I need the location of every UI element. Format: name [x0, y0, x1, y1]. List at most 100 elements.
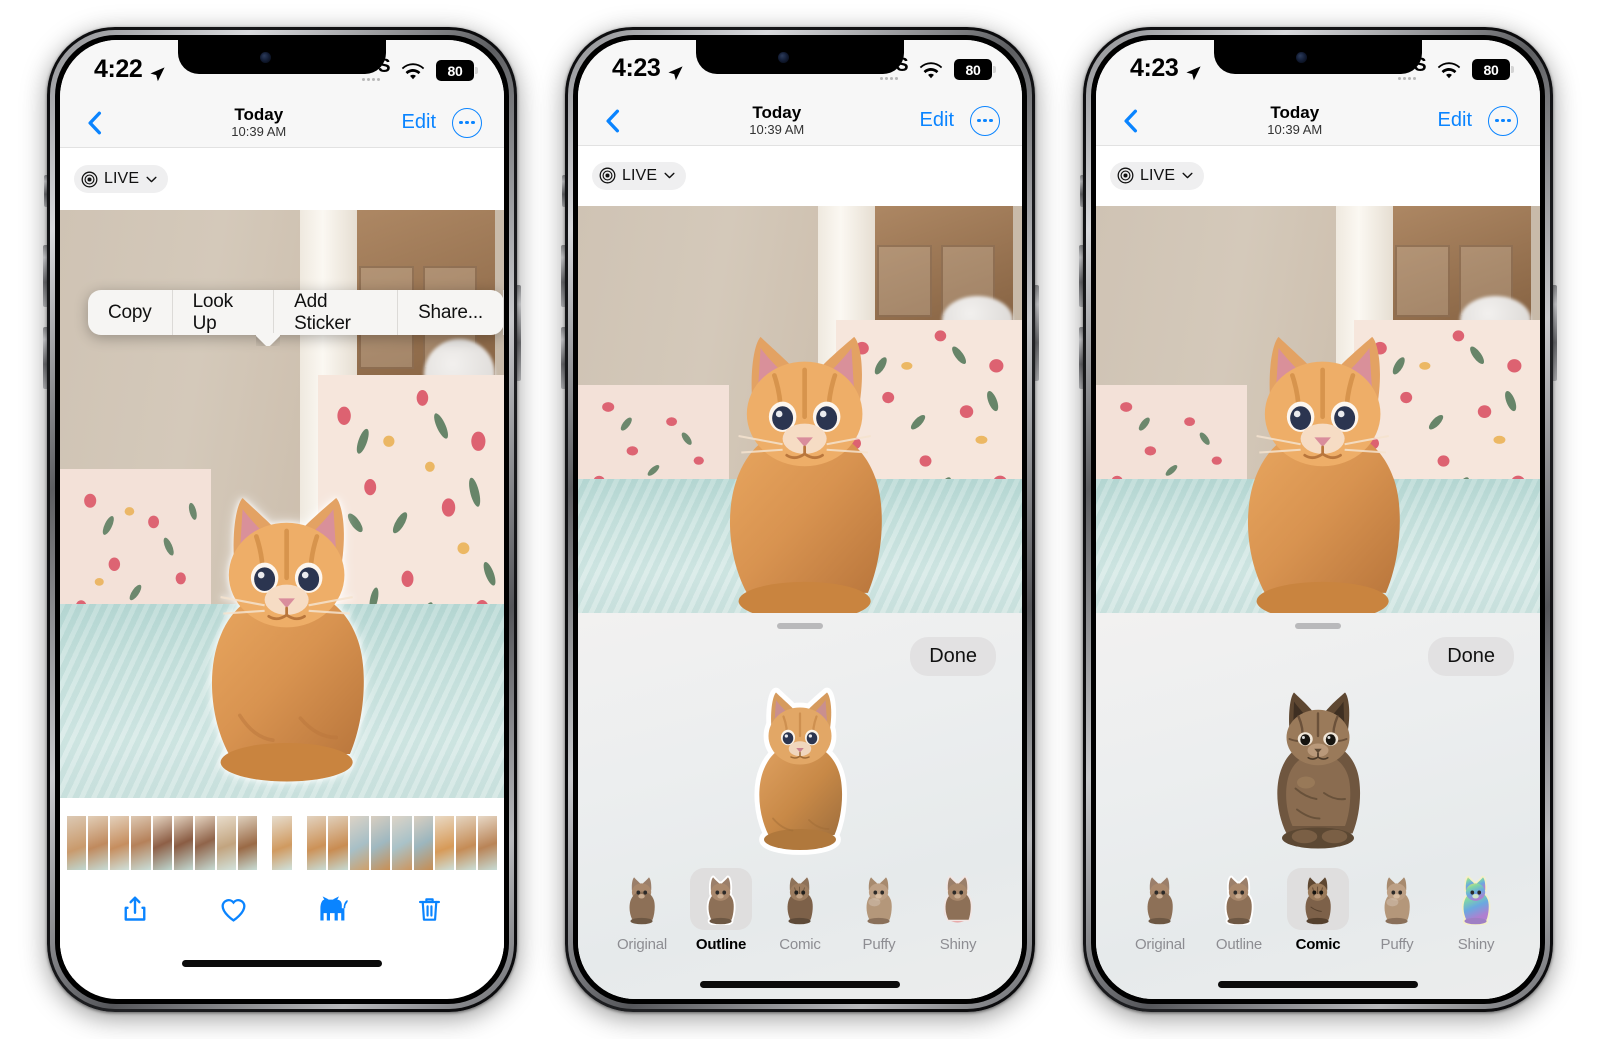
wifi-icon: [401, 63, 425, 81]
kitten-subject: [149, 357, 424, 798]
status-time-group: 4:23: [1130, 54, 1202, 83]
location-arrow-icon: [667, 60, 684, 81]
list-item[interactable]: [327, 816, 349, 870]
live-badge-row: LIVE: [578, 145, 1022, 207]
share-icon[interactable]: [118, 892, 152, 926]
back-button[interactable]: [82, 110, 116, 136]
style-option-outline[interactable]: Outline: [1203, 868, 1275, 953]
style-thumb-shiny: [1445, 868, 1507, 930]
phone-1-screen: 4:22 SOS: [60, 40, 504, 999]
kitten-subject: [667, 279, 942, 613]
kitten-subject: [1185, 279, 1460, 613]
style-option-shiny[interactable]: Shiny: [1440, 868, 1512, 953]
more-options-button[interactable]: [452, 107, 482, 138]
list-item[interactable]: [151, 816, 173, 870]
list-item[interactable]: [172, 816, 195, 870]
back-button[interactable]: [600, 108, 634, 134]
notch: [1214, 40, 1422, 74]
live-badge-label: LIVE: [622, 166, 658, 184]
list-item[interactable]: [391, 816, 413, 870]
page-subtitle: 10:39 AM: [1267, 122, 1323, 138]
page-title: Today: [234, 105, 284, 125]
style-thumb-comic: [769, 868, 831, 930]
style-thumb-puffy: [1366, 868, 1428, 930]
style-option-comic[interactable]: Comic: [764, 868, 836, 953]
list-item[interactable]: [108, 816, 131, 870]
list-item[interactable]: [412, 816, 434, 870]
style-option-outline[interactable]: Outline: [685, 868, 757, 953]
live-photo-badge[interactable]: LIVE: [592, 161, 687, 190]
done-button[interactable]: Done: [1428, 637, 1514, 676]
style-label-comic: Comic: [779, 936, 821, 953]
list-item[interactable]: [87, 816, 109, 870]
signal-dots-icon: [1397, 77, 1416, 81]
signal-dots-icon: [879, 77, 898, 81]
sticker-preview[interactable]: [578, 676, 1022, 868]
context-menu-item-copy[interactable]: Copy: [88, 290, 173, 335]
style-option-comic[interactable]: Comic: [1282, 868, 1354, 953]
style-label-original: Original: [1134, 936, 1186, 953]
list-item[interactable]: [305, 816, 328, 870]
list-item[interactable]: [66, 816, 88, 870]
edit-button[interactable]: Edit: [1438, 109, 1472, 132]
heart-icon[interactable]: [216, 892, 250, 926]
list-item[interactable]: [348, 816, 370, 870]
list-item[interactable]: [455, 816, 477, 870]
phone-3: 4:23 SOS: [1079, 27, 1557, 1012]
photo-viewer[interactable]: [578, 206, 1022, 613]
style-thumb-outline: [690, 868, 752, 930]
context-menu[interactable]: Copy Look Up Add Sticker Share...: [88, 290, 504, 335]
trash-icon[interactable]: [412, 892, 446, 926]
context-menu-item-share[interactable]: Share...: [398, 290, 504, 335]
style-label-puffy: Puffy: [862, 936, 896, 953]
more-options-button[interactable]: [1488, 105, 1518, 136]
photo-viewer[interactable]: Copy Look Up Add Sticker Share...: [60, 210, 504, 798]
done-button[interactable]: Done: [910, 637, 996, 676]
cat-icon[interactable]: [314, 892, 348, 926]
edit-button[interactable]: Edit: [920, 109, 954, 132]
photo-filmstrip[interactable]: [60, 816, 504, 870]
back-button[interactable]: [1118, 108, 1152, 134]
notch: [696, 40, 904, 74]
style-option-original[interactable]: Original: [606, 868, 678, 953]
sticker-comic-style: [1277, 692, 1361, 849]
list-item[interactable]: [237, 816, 259, 870]
front-camera-icon: [777, 51, 789, 63]
context-menu-item-add-sticker[interactable]: Add Sticker: [274, 290, 399, 335]
list-item[interactable]: [194, 816, 216, 870]
live-photo-badge[interactable]: LIVE: [1110, 161, 1205, 190]
home-indicator[interactable]: [182, 959, 382, 967]
style-option-puffy[interactable]: Puffy: [1361, 868, 1433, 953]
chevron-down-icon: [1181, 169, 1194, 182]
home-indicator[interactable]: [700, 980, 900, 988]
chevron-left-icon: [606, 109, 620, 133]
more-options-button[interactable]: [970, 105, 1000, 136]
list-item[interactable]: [215, 816, 237, 870]
live-photo-badge[interactable]: LIVE: [74, 165, 169, 193]
style-option-puffy[interactable]: Puffy: [843, 868, 915, 953]
list-item[interactable]: [434, 816, 456, 870]
nav-actions: Edit: [920, 105, 1000, 136]
list-item[interactable]: [271, 816, 293, 870]
list-item[interactable]: [130, 816, 152, 870]
list-item[interactable]: [369, 816, 392, 870]
status-time: 4:23: [612, 53, 661, 82]
context-menu-item-look-up[interactable]: Look Up: [173, 290, 275, 335]
live-photo-icon: [1117, 167, 1134, 184]
style-label-comic: Comic: [1295, 936, 1341, 953]
live-badge-label: LIVE: [1140, 166, 1176, 184]
live-photo-icon: [81, 171, 98, 188]
status-time: 4:23: [1130, 53, 1179, 82]
style-option-shiny[interactable]: Shiny: [922, 868, 994, 953]
style-option-original[interactable]: Original: [1124, 868, 1196, 953]
home-indicator-area: [60, 948, 504, 978]
style-label-puffy: Puffy: [1380, 936, 1414, 953]
edit-button[interactable]: Edit: [402, 111, 436, 134]
photo-viewer[interactable]: [1096, 206, 1540, 613]
sticker-preview[interactable]: [1096, 676, 1540, 868]
list-item[interactable]: [476, 816, 499, 870]
battery-percent: 80: [447, 62, 463, 79]
nav-title-group: Today 10:39 AM: [1152, 103, 1438, 138]
live-badge-label: LIVE: [104, 170, 140, 187]
home-indicator[interactable]: [1218, 980, 1418, 988]
